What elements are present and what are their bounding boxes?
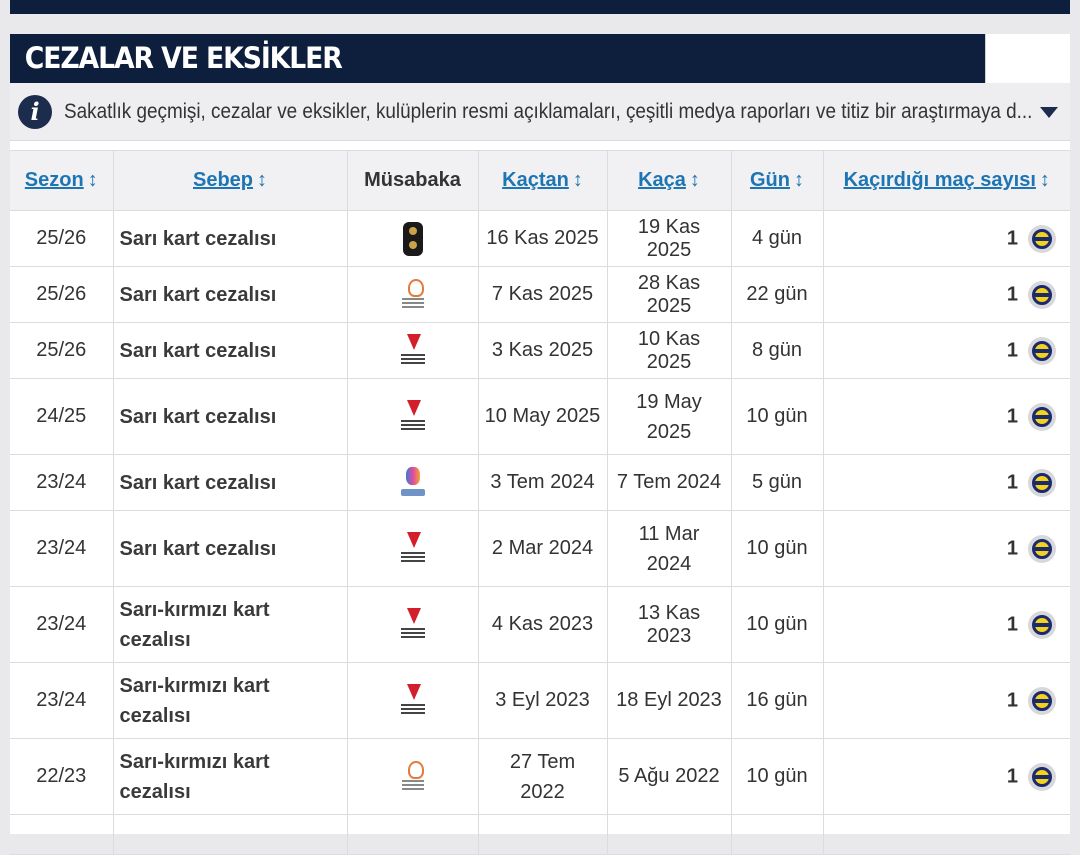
chevron-down-icon[interactable] (1040, 107, 1058, 118)
fenerbahce-crest-icon[interactable] (1028, 686, 1056, 715)
cell-games-missed: 1 (1006, 613, 1018, 635)
euro-2024-icon[interactable] (400, 466, 426, 500)
cell-season: 23/24 (10, 454, 113, 511)
cell-games-missed: 1 (1006, 471, 1018, 493)
fenerbahce-crest-icon[interactable] (1028, 762, 1056, 791)
cell-from: 2 Mar 2024 (477, 510, 607, 587)
fenerbahce-crest-icon[interactable] (1028, 280, 1056, 309)
suspensions-box: CEZALAR VE EKSİKLER i Sakatlık geçmişi, … (10, 34, 1070, 855)
cell-until: 13 Kas 2023 (606, 586, 731, 663)
europa-league-icon[interactable] (400, 278, 426, 312)
cell-until: 19 Kas 2025 (606, 210, 731, 267)
cell-games-missed: 1 (1006, 339, 1018, 361)
table-row: 23/24 Sarı-kırmızı kart cezalısı 4 Kas 2… (10, 586, 1070, 663)
fenerbahce-crest-icon[interactable] (1028, 402, 1056, 431)
cell-from: 3 Tem 2024 (477, 454, 607, 511)
box-title: CEZALAR VE EKSİKLER (10, 34, 986, 83)
cell-reason: Sarı kart cezalısı (112, 210, 347, 267)
super-lig-icon[interactable] (400, 683, 426, 718)
cell-reason: Sarı kart cezalısı (112, 322, 347, 379)
cell-games-missed: 1 (1006, 283, 1018, 305)
cell-days: 8 gün (730, 322, 823, 379)
dark-cup-icon[interactable] (402, 221, 423, 256)
header-from[interactable]: Kaçtan ↕ (477, 150, 607, 211)
cell-from: 16 Kas 2025 (477, 210, 607, 267)
header-games-missed[interactable]: Kaçırdığı maç sayısı ↕ (822, 150, 1070, 211)
europa-league-icon[interactable] (400, 760, 426, 794)
info-bar[interactable]: i Sakatlık geçmişi, cezalar ve eksikler,… (10, 83, 1070, 141)
cell-reason: Sarı kart cezalısı (112, 266, 347, 323)
fenerbahce-crest-icon[interactable] (1028, 610, 1056, 639)
super-lig-icon[interactable] (400, 333, 426, 368)
cell-until: 10 Kas 2025 (606, 322, 731, 379)
header-competition: Müsabaka (346, 150, 478, 211)
cell-days: 10 gün (730, 510, 823, 587)
cell-reason: Sarı-kırmızı kart cezalısı (112, 662, 347, 739)
cell-from: 7 Kas 2025 (477, 266, 607, 323)
cell-until: 7 Tem 2024 (606, 454, 731, 511)
cell-from: 4 Kas 2023 (477, 586, 607, 663)
cell-from: 3 Eyl 2023 (477, 662, 607, 739)
cell-days: 22 gün (730, 266, 823, 323)
table-row-partial (10, 814, 1070, 855)
cell-until: 5 Ağu 2022 (606, 738, 731, 815)
info-icon: i (18, 94, 52, 129)
top-navigation-bar (10, 0, 1070, 14)
super-lig-icon[interactable] (400, 399, 426, 434)
cell-season: 25/26 (10, 266, 113, 323)
cell-games-missed: 1 (1006, 537, 1018, 559)
cell-days: 10 gün (730, 378, 823, 455)
cell-days: 10 gün (730, 738, 823, 815)
cell-days: 16 gün (730, 662, 823, 739)
table-row: 25/26 Sarı kart cezalısı 16 Kas 2025 19 … (10, 210, 1070, 267)
cell-from: 10 May 2025 (477, 378, 607, 455)
cell-season: 23/24 (10, 586, 113, 663)
cell-season: 23/24 (10, 662, 113, 739)
suspensions-table: Sezon ↕ Sebep ↕ Müsabaka Kaçtan ↕ Kaça ↕ Gün… (10, 150, 1070, 855)
fenerbahce-crest-icon[interactable] (1028, 336, 1056, 365)
cell-reason: Sarı kart cezalısı (112, 454, 347, 511)
cell-until: 28 Kas 2025 (606, 266, 731, 323)
cell-from: 27 Tem 2022 (477, 738, 607, 815)
fenerbahce-crest-icon[interactable] (1028, 224, 1056, 253)
cell-season: 22/23 (10, 738, 113, 815)
cell-days: 10 gün (730, 586, 823, 663)
cell-reason: Sarı kart cezalısı (112, 510, 347, 587)
cell-season: 25/26 (10, 210, 113, 267)
super-lig-icon[interactable] (400, 531, 426, 566)
info-text: Sakatlık geçmişi, cezalar ve eksikler, k… (64, 99, 1033, 123)
cell-reason: Sarı-kırmızı kart cezalısı (112, 586, 347, 663)
cell-reason: Sarı-kırmızı kart cezalısı (112, 738, 347, 815)
cell-days: 5 gün (730, 454, 823, 511)
cell-season: 25/26 (10, 322, 113, 379)
fenerbahce-crest-icon[interactable] (1028, 534, 1056, 563)
header-days[interactable]: Gün ↕ (730, 150, 823, 211)
cell-games-missed: 1 (1006, 405, 1018, 427)
table-row: 23/24 Sarı kart cezalısı 2 Mar 2024 11 M… (10, 510, 1070, 587)
cell-season: 23/24 (10, 510, 113, 587)
cell-games-missed: 1 (1006, 689, 1018, 711)
cell-from: 3 Kas 2025 (477, 322, 607, 379)
cell-reason: Sarı kart cezalısı (112, 378, 347, 455)
header-until[interactable]: Kaça ↕ (606, 150, 731, 211)
header-reason[interactable]: Sebep ↕ (112, 150, 347, 211)
cell-season: 24/25 (10, 378, 113, 455)
table-row: 25/26 Sarı kart cezalısı 3 Kas 2025 10 K… (10, 322, 1070, 379)
cell-until: 11 Mar 2024 (606, 510, 731, 587)
table-row: 22/23 Sarı-kırmızı kart cezalısı 27 Tem … (10, 738, 1070, 815)
super-lig-icon[interactable] (400, 607, 426, 642)
cell-until: 18 Eyl 2023 (606, 662, 731, 739)
table-row: 24/25 Sarı kart cezalısı 10 May 2025 19 … (10, 378, 1070, 455)
table-header-row: Sezon ↕ Sebep ↕ Müsabaka Kaçtan ↕ Kaça ↕ Gün… (10, 150, 1070, 211)
cell-games-missed: 1 (1006, 765, 1018, 787)
cell-days: 4 gün (730, 210, 823, 267)
cell-games-missed: 1 (1006, 227, 1018, 249)
table-row: 23/24 Sarı-kırmızı kart cezalısı 3 Eyl 2… (10, 662, 1070, 739)
table-row: 25/26 Sarı kart cezalısı 7 Kas 2025 28 K… (10, 266, 1070, 323)
header-season[interactable]: Sezon ↕ (10, 150, 113, 211)
cell-until: 19 May 2025 (606, 378, 731, 455)
fenerbahce-crest-icon[interactable] (1028, 468, 1056, 497)
table-row: 23/24 Sarı kart cezalısı 3 Tem 2024 7 Te… (10, 454, 1070, 511)
